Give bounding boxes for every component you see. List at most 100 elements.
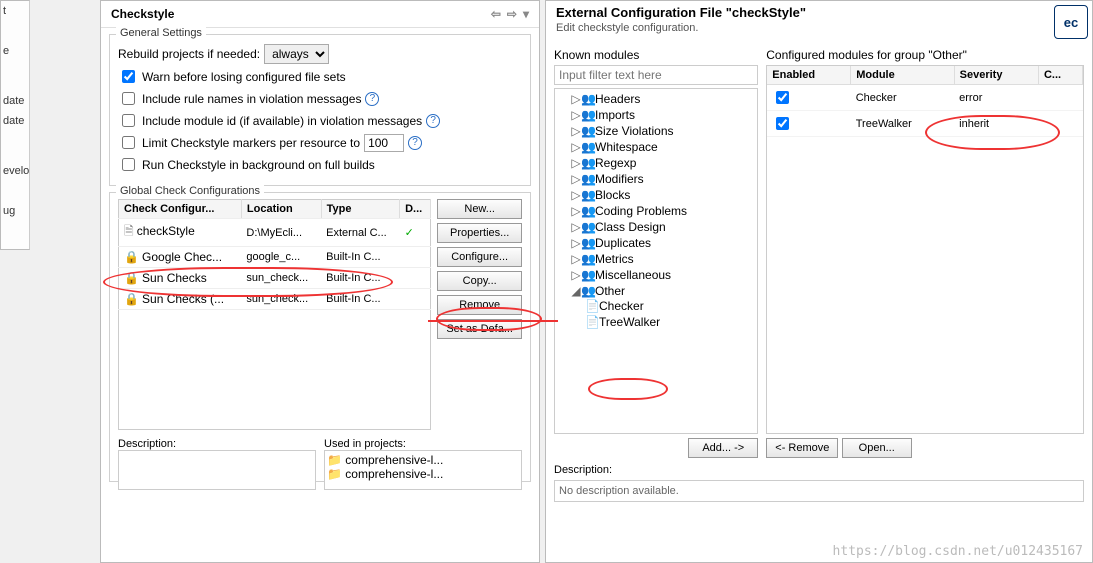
tree-item[interactable]: ▷👥Duplicates <box>571 235 755 251</box>
tree-frag-item[interactable]: t <box>1 1 29 21</box>
back-icon[interactable]: ⇦ <box>491 7 501 21</box>
warn-checkbox[interactable] <box>122 70 135 83</box>
tree-item[interactable]: ▷👥Class Design <box>571 219 755 235</box>
runbg-label: Run Checkstyle in background on full bui… <box>142 158 375 172</box>
expand-icon[interactable]: ▷ <box>571 140 581 154</box>
limit-label: Limit Checkstyle markers per resource to <box>142 136 360 150</box>
eclipse-logo: ec <box>1054 5 1088 39</box>
configure-button[interactable]: Configure... <box>437 247 522 267</box>
table-row[interactable]: 🔒 Google Chec...google_c...Built-In C... <box>119 247 431 268</box>
rebuild-select[interactable]: always <box>264 44 329 64</box>
list-item[interactable]: 📁 comprehensive-l... <box>327 453 519 467</box>
menu-icon[interactable]: ▾ <box>523 7 529 21</box>
filter-input[interactable] <box>554 65 758 85</box>
tree-frag-item[interactable]: e <box>1 41 29 61</box>
table-row[interactable]: 🗎 checkStyleD:\MyEcli...External C...✓ <box>119 219 431 247</box>
copy-button[interactable]: Copy... <box>437 271 522 291</box>
tree-item[interactable]: ▷👥Blocks <box>571 187 755 203</box>
col-type[interactable]: Type <box>321 200 399 219</box>
tree-frag-item[interactable]: evelopment <box>1 161 29 181</box>
properties-button[interactable]: Properties... <box>437 223 522 243</box>
tree-item[interactable]: ▷👥Coding Problems <box>571 203 755 219</box>
rulenames-checkbox[interactable] <box>122 92 135 105</box>
global-configs-group: Global Check Configurations Check Config… <box>109 192 531 482</box>
col-loc[interactable]: Location <box>241 200 321 219</box>
moduleid-checkbox[interactable] <box>122 114 135 127</box>
moduleid-label: Include module id (if available) in viol… <box>142 114 422 128</box>
help-icon[interactable]: ? <box>408 136 422 150</box>
col-c[interactable]: C... <box>1038 66 1082 85</box>
col-module[interactable]: Module <box>851 66 954 85</box>
expand-icon[interactable]: ▷ <box>571 252 581 266</box>
tree-item[interactable]: ▷👥Metrics <box>571 251 755 267</box>
lock-icon: 🔒 <box>124 292 139 306</box>
set-default-button[interactable]: Set as Defa... <box>437 319 522 339</box>
description-label: Description: <box>554 464 1084 476</box>
description-text: No description available. <box>554 480 1084 502</box>
modules-tree[interactable]: ▷👥Headers ▷👥Imports ▷👥Size Violations ▷👥… <box>554 88 758 434</box>
prefs-page: Checkstyle ⇦ ⇨ ▾ General Settings Rebuil… <box>100 0 540 563</box>
tree-item[interactable]: ▷👥Headers <box>571 91 755 107</box>
expand-icon[interactable]: ▷ <box>571 156 581 170</box>
expand-icon[interactable]: ▷ <box>571 124 581 138</box>
col-def[interactable]: D... <box>400 200 431 219</box>
expand-icon[interactable]: ▷ <box>571 92 581 106</box>
general-settings-group: General Settings Rebuild projects if nee… <box>109 34 531 186</box>
description-label: Description: <box>118 438 316 450</box>
add-button[interactable]: Add... -> <box>688 438 758 458</box>
tree-frag-item[interactable]: date <box>1 91 29 111</box>
fwd-icon[interactable]: ⇨ <box>507 7 517 21</box>
expand-icon[interactable]: ▷ <box>571 220 581 234</box>
col-name[interactable]: Check Configur... <box>119 200 242 219</box>
help-icon[interactable]: ? <box>426 114 440 128</box>
expand-icon[interactable]: ▷ <box>571 108 581 122</box>
enabled-checkbox[interactable] <box>776 117 789 130</box>
tree-item-other[interactable]: ◢👥Other 📄Checker 📄TreeWalker <box>571 283 755 331</box>
limit-input[interactable] <box>364 134 404 152</box>
limit-checkbox[interactable] <box>122 136 135 149</box>
help-icon[interactable]: ? <box>365 92 379 106</box>
runbg-checkbox[interactable] <box>122 158 135 171</box>
tree-item[interactable]: ▷👥Size Violations <box>571 123 755 139</box>
col-enabled[interactable]: Enabled <box>767 66 850 85</box>
tree-item[interactable]: ▷👥Modifiers <box>571 171 755 187</box>
configs-table: Check Configur... Location Type D... 🗎 c… <box>118 199 431 430</box>
configured-modules-label: Configured modules for group "Other" <box>766 48 1084 62</box>
known-modules-label: Known modules <box>554 48 758 62</box>
tree-item[interactable]: ▷👥Miscellaneous <box>571 267 755 283</box>
tree-item[interactable]: 📄Checker <box>585 298 755 314</box>
table-row[interactable]: 🔒 Sun Checkssun_check...Built-In C... <box>119 268 431 289</box>
expand-icon[interactable]: ▷ <box>571 172 581 186</box>
col-severity[interactable]: Severity <box>954 66 1038 85</box>
tree-item[interactable]: 📄TreeWalker <box>585 314 755 330</box>
expand-icon[interactable]: ▷ <box>571 236 581 250</box>
enabled-checkbox[interactable] <box>776 91 789 104</box>
tree-item[interactable]: ▷👥Imports <box>571 107 755 123</box>
collapse-icon[interactable]: ◢ <box>571 284 581 298</box>
configured-modules-table: Enabled Module Severity C... Checkererro… <box>766 65 1084 434</box>
remove-module-button[interactable]: <- Remove <box>766 438 838 458</box>
group-label: General Settings <box>116 27 206 39</box>
open-button[interactable]: Open... <box>842 438 912 458</box>
list-item[interactable]: 📁 comprehensive-l... <box>327 467 519 481</box>
table-row[interactable]: TreeWalkerinherit <box>767 111 1082 137</box>
dialog-subtitle: Edit checkstyle configuration. <box>546 20 1092 42</box>
new-button[interactable]: New... <box>437 199 522 219</box>
expand-icon[interactable]: ▷ <box>571 188 581 202</box>
watermark: https://blog.csdn.net/u012435167 <box>833 544 1083 559</box>
expand-icon[interactable]: ▷ <box>571 268 581 282</box>
lock-icon: 🔒 <box>124 250 139 264</box>
tree-item[interactable]: ▷👥Regexp <box>571 155 755 171</box>
tree-frag-item[interactable]: date <box>1 111 29 131</box>
group-label: Global Check Configurations <box>116 185 264 197</box>
table-row[interactable]: Checkererror <box>767 85 1082 111</box>
lock-icon: 🔒 <box>124 271 139 285</box>
tree-frag-item[interactable]: ug <box>1 201 29 221</box>
remove-button[interactable]: Remove <box>437 295 522 315</box>
tree-item[interactable]: ▷👥Whitespace <box>571 139 755 155</box>
expand-icon[interactable]: ▷ <box>571 204 581 218</box>
table-row[interactable]: 🔒 Sun Checks (...sun_check...Built-In C.… <box>119 289 431 310</box>
dialog-heading: External Configuration File "checkStyle" <box>556 5 806 20</box>
description-box <box>118 450 316 490</box>
warn-label: Warn before losing configured file sets <box>142 70 346 84</box>
